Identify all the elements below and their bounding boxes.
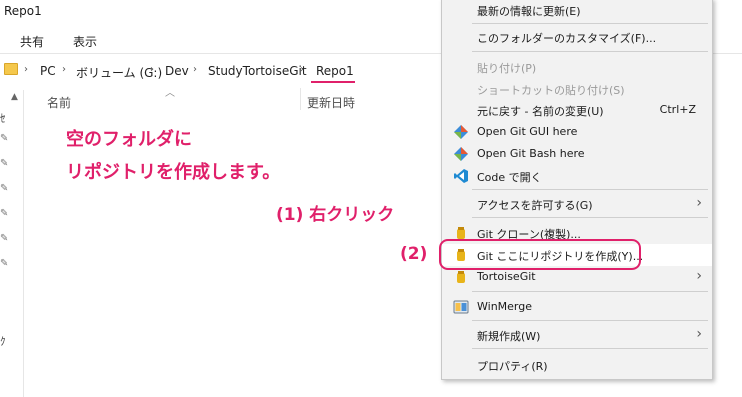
winmerge-icon [453, 300, 469, 314]
column-header-modified[interactable]: 更新日時 [307, 94, 355, 111]
menu-item-paste-shortcut[interactable]: ショートカットの貼り付け(S) [442, 78, 712, 100]
pin-icon: ✎ [0, 258, 9, 269]
annotation-line-2: リポジトリを作成します。 [66, 162, 281, 183]
nav-item-fragment[interactable]: ｸ [0, 333, 6, 349]
menu-item-winmerge[interactable]: WinMerge [442, 296, 712, 318]
menu-item-open-git-gui[interactable]: Open Git GUI here [442, 121, 712, 143]
chevron-right-icon[interactable]: › [62, 64, 66, 75]
breadcrumb-pc[interactable]: PC [40, 64, 56, 78]
chevron-right-icon: › [696, 195, 702, 211]
menu-item-refresh[interactable]: 最新の情報に更新(E) [442, 0, 712, 21]
tortoisegit-icon [457, 271, 465, 283]
pin-icon: ✎ [0, 208, 9, 219]
menu-divider [472, 51, 708, 52]
annotation-step-1: (1) 右クリック [276, 205, 395, 225]
nav-item-fragment[interactable]: ｾ [0, 110, 6, 126]
highlight-create-repository [439, 239, 641, 270]
menu-item-customize-folder[interactable]: このフォルダーのカスタマイズ(F)... [442, 26, 712, 48]
vscode-icon [454, 169, 468, 183]
chevron-right-icon[interactable]: › [193, 64, 197, 75]
menu-divider [472, 291, 708, 292]
column-divider[interactable] [300, 88, 301, 110]
folder-icon [4, 63, 18, 75]
breadcrumb-studytortoisegit[interactable]: StudyTortoiseGit [208, 64, 307, 78]
context-menu: 最新の情報に更新(E) このフォルダーのカスタマイズ(F)... 貼り付け(P)… [441, 0, 713, 380]
menu-item-paste[interactable]: 貼り付け(P) [442, 56, 712, 78]
column-header-name[interactable]: 名前 [47, 94, 71, 111]
breadcrumb-repo1[interactable]: Repo1 [316, 64, 354, 78]
ribbon-tab-share[interactable]: 共有 [20, 33, 44, 50]
pin-icon: ✎ [0, 133, 9, 144]
menu-item-open-with-code[interactable]: Code で開く [442, 165, 712, 187]
breadcrumb-dev[interactable]: Dev [165, 64, 189, 78]
pin-icon: ✎ [0, 233, 9, 244]
menu-item-open-git-bash[interactable]: Open Git Bash here [442, 143, 712, 165]
explorer-window: Repo1 共有 表示 › PC › ボリューム (G:) › Dev › St… [0, 0, 742, 397]
git-diamond-icon [454, 125, 468, 139]
menu-item-properties[interactable]: プロパティ(R) [442, 354, 712, 376]
sort-ascending-icon: ︿ [165, 88, 175, 99]
menu-item-new[interactable]: 新規作成(W) › [442, 324, 712, 346]
menu-divider [472, 189, 708, 190]
menu-divider [472, 348, 708, 349]
chevron-right-icon[interactable]: › [300, 64, 304, 75]
pin-icon: ✎ [0, 158, 9, 169]
git-diamond-icon [454, 147, 468, 161]
annotation-line-1: 空のフォルダに [66, 129, 192, 150]
chevron-right-icon: › [696, 326, 702, 342]
menu-item-undo-rename[interactable]: 元に戻す - 名前の変更(U) Ctrl+Z [442, 99, 712, 121]
menu-divider [472, 23, 708, 24]
scroll-up-icon[interactable]: ▲ [11, 92, 18, 102]
menu-divider [472, 320, 708, 321]
menu-divider [472, 217, 708, 218]
pin-icon: ✎ [0, 183, 9, 194]
repo1-underline [311, 81, 355, 83]
ribbon-tab-view[interactable]: 表示 [73, 33, 97, 50]
menu-item-give-access[interactable]: アクセスを許可する(G) › [442, 193, 712, 215]
chevron-right-icon[interactable]: › [150, 64, 154, 75]
chevron-right-icon[interactable]: › [24, 64, 28, 75]
annotation-step-2: (2) [400, 244, 428, 264]
chevron-right-icon: › [696, 268, 702, 284]
